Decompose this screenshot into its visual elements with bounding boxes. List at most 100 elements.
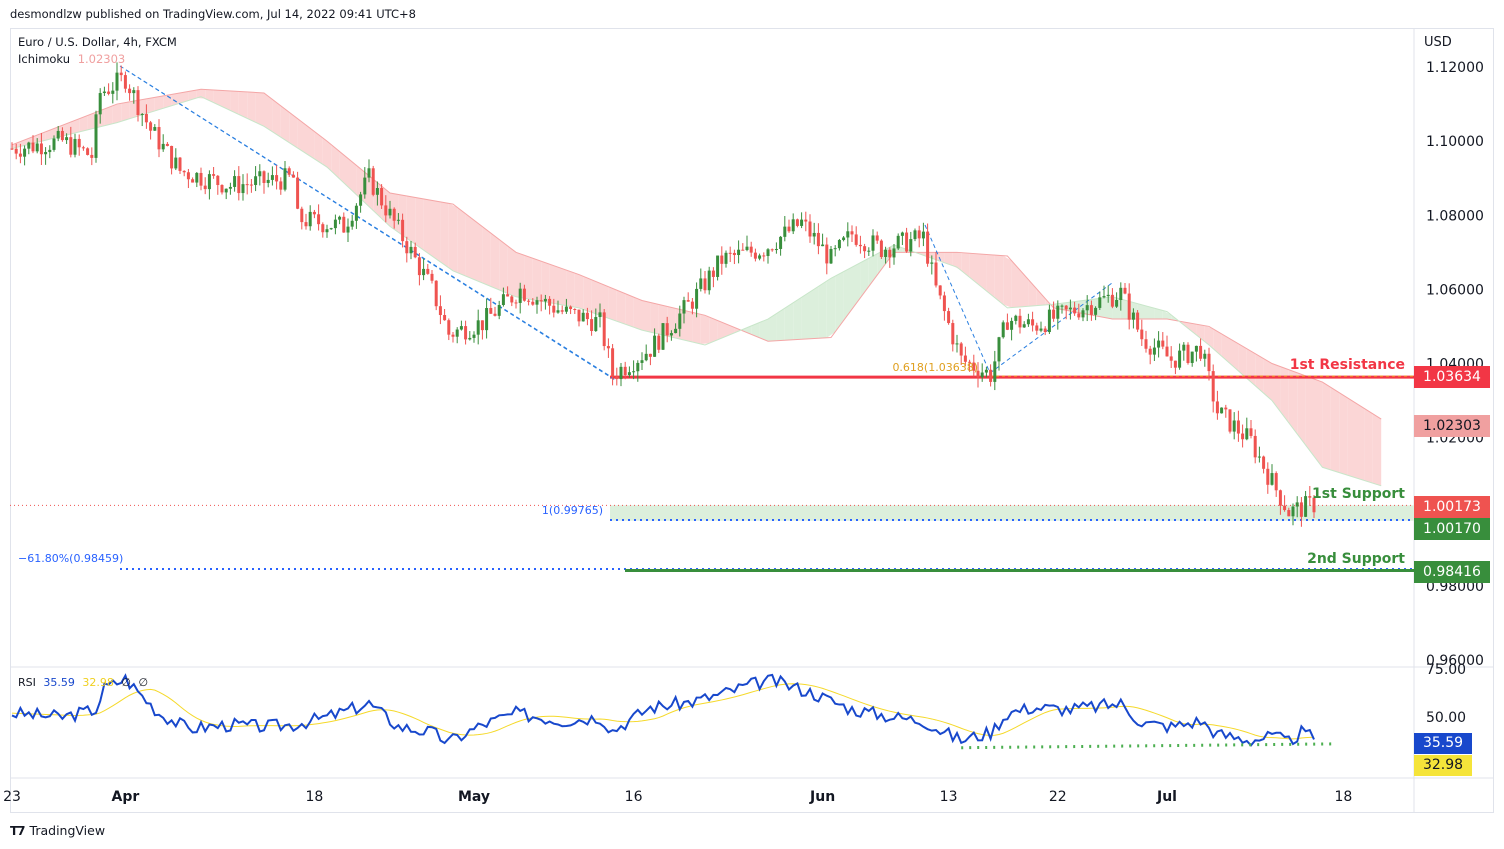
candle-body <box>254 176 258 186</box>
candle-body <box>1173 360 1177 368</box>
candle-body <box>459 326 463 330</box>
ichimoku-cloud-segment <box>507 245 516 297</box>
candle-body <box>1186 344 1190 363</box>
candle-body <box>648 353 652 357</box>
candle-body <box>695 288 699 309</box>
candle-body <box>993 361 997 382</box>
rsi-axis-tick: 50.00 <box>1426 710 1466 726</box>
candle-body <box>1123 287 1127 294</box>
ichimoku-cloud-segment <box>549 264 558 305</box>
candle-body <box>938 285 942 296</box>
time-axis-tick: 18 <box>1334 789 1352 805</box>
candle-body <box>1278 490 1282 506</box>
ichimoku-cloud-segment <box>1020 270 1029 307</box>
candle-body <box>312 211 316 215</box>
candle-body <box>1060 305 1064 307</box>
rsi-support-line <box>961 742 1336 750</box>
last-price-tag: 1.00173 <box>1414 496 1490 518</box>
candle-body <box>170 145 174 169</box>
candle-body <box>800 219 804 226</box>
candle-body <box>674 328 678 334</box>
candle-body <box>1228 409 1232 432</box>
candle-body <box>325 229 329 233</box>
ichimoku-cloud-segment <box>1339 392 1348 476</box>
ichimoku-cloud-segment <box>700 314 710 344</box>
candle-body <box>611 348 615 377</box>
candle-body <box>1253 435 1257 458</box>
ichimoku-cloud-segment <box>1003 255 1012 308</box>
candle-body <box>178 157 182 171</box>
candle-body <box>132 90 136 94</box>
candle-body <box>220 185 224 193</box>
candle-body <box>451 334 455 337</box>
candle-body <box>317 214 321 225</box>
candle-body <box>669 333 673 336</box>
candle-body <box>879 240 883 257</box>
candle-body <box>581 312 585 322</box>
fib-1-label: 1(0.99765) <box>542 504 603 517</box>
candle-body <box>573 309 577 311</box>
fib-618-label: 0.618(1.03638) <box>892 361 978 374</box>
candle-body <box>94 114 98 158</box>
rsi-ma-line <box>11 683 1315 740</box>
candle-body <box>1287 510 1291 517</box>
candle-body <box>745 246 749 251</box>
candle-body <box>60 130 64 141</box>
candle-body <box>984 369 988 373</box>
fib-neg-label: −61.80%(0.98459) <box>18 552 123 565</box>
ichimoku-cloud-segment <box>1272 363 1281 412</box>
resistance1-label: 1st Resistance <box>1290 357 1405 373</box>
candle-body <box>1102 296 1106 298</box>
candle-body <box>1257 456 1261 458</box>
candle-body <box>1136 312 1140 330</box>
candle-body <box>1039 328 1043 331</box>
candle-body <box>808 221 812 237</box>
candle-body <box>157 127 161 150</box>
candle-body <box>1304 496 1308 517</box>
ichimoku-cloud-segment <box>751 322 760 338</box>
price-chart[interactable]: 1.120001.100001.080001.060001.040001.020… <box>0 0 1504 849</box>
candle-body <box>741 249 745 251</box>
footer-brand: TradingView <box>29 823 106 838</box>
support2-label: 2nd Support <box>1307 551 1405 567</box>
ichimoku-price-tag: 1.02303 <box>1414 415 1490 437</box>
ichimoku-cloud-segment <box>121 101 130 122</box>
candle-body <box>48 149 52 153</box>
price-axis-tick: 1.06000 <box>1426 282 1484 298</box>
candle-body <box>1241 433 1245 440</box>
candle-body <box>539 300 543 302</box>
candle-body <box>930 262 934 264</box>
candle-body <box>850 231 854 235</box>
candle-body <box>338 216 342 220</box>
candle-body <box>1266 468 1270 485</box>
ichimoku-legend: Ichimoku 1.02303 <box>18 52 125 66</box>
candle-body <box>86 148 90 155</box>
candle-body <box>98 93 102 115</box>
candle-body <box>1127 293 1131 320</box>
candle-body <box>165 143 169 146</box>
candle-body <box>489 308 493 314</box>
candle-body <box>1190 351 1194 363</box>
candle-body <box>661 323 665 350</box>
time-axis-tick: 23 <box>3 789 21 805</box>
candle-body <box>590 319 594 332</box>
ichimoku-cloud-segment <box>1305 375 1314 457</box>
ichimoku-value: 1.02303 <box>77 52 126 66</box>
candle-body <box>380 188 384 206</box>
candle-body <box>816 232 820 247</box>
candle-body <box>10 148 14 150</box>
candle-body <box>552 305 556 313</box>
candle-body <box>1178 350 1182 368</box>
candle-body <box>779 236 783 249</box>
candle-body <box>653 335 657 357</box>
candle-body <box>510 296 514 303</box>
ichimoku-cloud-segment <box>1246 348 1256 386</box>
ichimoku-cloud-segment <box>852 262 861 310</box>
ichimoku-cloud-segment <box>1238 343 1247 379</box>
candle-body <box>35 143 39 152</box>
candle-body <box>426 268 430 274</box>
ichimoku-cloud-segment <box>1347 397 1356 478</box>
candle-body <box>1077 313 1081 318</box>
candle-body <box>1199 345 1203 359</box>
candle-body <box>980 372 984 378</box>
